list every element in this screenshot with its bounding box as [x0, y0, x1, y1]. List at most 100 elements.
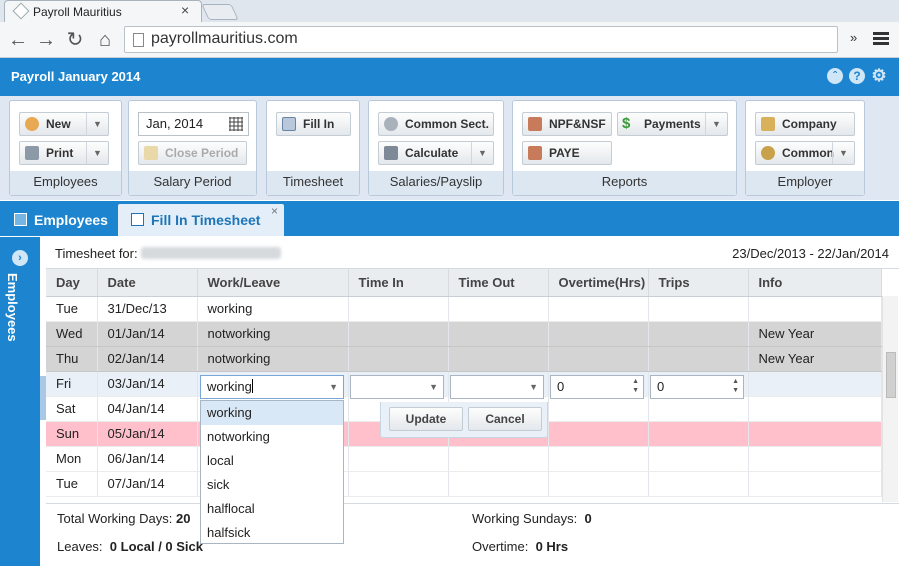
stepper-arrows-icon[interactable]: ▲ ▼	[632, 377, 639, 395]
reload-icon[interactable]: ↻	[63, 28, 87, 52]
chevron-down-icon[interactable]: ▼	[86, 113, 108, 135]
help-icon[interactable]: ?	[849, 68, 865, 84]
table-row[interactable]: Tue 07/Jan/14	[46, 471, 882, 497]
tab-close-icon[interactable]: ×	[271, 195, 278, 227]
dropdown-option[interactable]: notworking	[201, 425, 343, 449]
tab-fill-in-timesheet[interactable]: Fill In Timesheet ×	[118, 204, 284, 236]
fill-in-button[interactable]: Fill In	[276, 112, 351, 136]
column-header-work-leave[interactable]: Work/Leave	[197, 269, 349, 297]
trips-stepper[interactable]: 0 ▲ ▼	[650, 375, 744, 399]
calendar-grid-icon[interactable]	[229, 117, 243, 131]
ribbon-group-salary-period: Jan, 2014 Close Period Salary Period	[128, 100, 257, 196]
chevron-down-icon[interactable]: ▼	[86, 142, 108, 164]
print-button[interactable]: Print ▼	[19, 141, 109, 165]
table-row[interactable]: Thu 02/Jan/14 notworking New Year	[46, 346, 882, 372]
column-header-time-in[interactable]: Time In	[348, 269, 449, 297]
update-button[interactable]: Update	[389, 407, 463, 431]
cell-time-in[interactable]	[348, 346, 449, 372]
cell-time-out[interactable]	[448, 346, 549, 372]
expand-right-icon[interactable]: ›	[12, 250, 28, 266]
dropdown-option[interactable]: working	[201, 401, 343, 425]
cell-work-leave[interactable]: notworking	[197, 321, 349, 347]
cell-time-in[interactable]	[348, 446, 449, 472]
payments-button[interactable]: $ Payments ▼	[617, 112, 728, 136]
column-header-time-out[interactable]: Time Out	[448, 269, 549, 297]
work-leave-combobox[interactable]: working ▼	[200, 375, 344, 399]
new-employee-button[interactable]: New ▼	[19, 112, 109, 136]
dropdown-option[interactable]: sick	[201, 473, 343, 497]
cell-trips[interactable]	[648, 321, 749, 347]
overtime-stepper[interactable]: 0 ▲ ▼	[550, 375, 644, 399]
npf-nsf-button[interactable]: NPF&NSF	[522, 112, 612, 136]
cell-overtime[interactable]	[548, 421, 649, 447]
cell-trips[interactable]	[648, 421, 749, 447]
stepper-arrows-icon[interactable]: ▲ ▼	[732, 377, 739, 395]
cancel-button[interactable]: Cancel	[468, 407, 542, 431]
chevron-down-icon[interactable]: ▼	[529, 376, 538, 398]
cell-work-leave[interactable]: working	[197, 296, 349, 322]
time-out-select[interactable]: ▼	[450, 375, 544, 399]
scrollbar-thumb[interactable]	[886, 352, 896, 398]
time-in-select[interactable]: ▼	[350, 375, 444, 399]
column-header-info[interactable]: Info	[748, 269, 882, 297]
ribbon-group-employer: Company Common ▼ Employer	[745, 100, 865, 196]
settings-gear-icon[interactable]: ⚙	[871, 67, 887, 84]
cell-overtime[interactable]	[548, 346, 649, 372]
cell-trips[interactable]	[648, 471, 749, 497]
close-period-button[interactable]: Close Period	[138, 141, 247, 165]
cell-time-out[interactable]	[448, 296, 549, 322]
cell-time-in[interactable]	[348, 471, 449, 497]
cell-overtime[interactable]	[548, 471, 649, 497]
chevron-down-icon[interactable]: ▼	[329, 376, 338, 398]
cell-trips[interactable]	[648, 296, 749, 322]
grid-vertical-scrollbar[interactable]	[882, 296, 898, 502]
cell-time-out[interactable]	[448, 446, 549, 472]
extensions-overflow-button[interactable]: »	[850, 30, 857, 45]
new-tab-button[interactable]	[201, 4, 239, 20]
cell-overtime[interactable]	[548, 396, 649, 422]
collapse-up-icon[interactable]: ˆ	[827, 68, 843, 84]
ribbon-toolbar: New ▼ Print ▼ Employees Jan, 2014 Close …	[0, 96, 899, 200]
cell-overtime[interactable]	[548, 446, 649, 472]
table-row[interactable]: Wed 01/Jan/14 notworking New Year	[46, 321, 882, 347]
column-header-overtime[interactable]: Overtime(Hrs)	[548, 269, 649, 297]
cell-time-out[interactable]	[448, 321, 549, 347]
calculate-button[interactable]: Calculate ▼	[378, 141, 494, 165]
table-row[interactable]: Tue 31/Dec/13 working	[46, 296, 882, 322]
dropdown-option[interactable]: halflocal	[201, 497, 343, 521]
side-panel-label[interactable]: Employees	[5, 273, 20, 342]
back-arrow-icon[interactable]: ←	[6, 28, 30, 52]
table-row[interactable]: Mon 06/Jan/14	[46, 446, 882, 472]
cell-trips[interactable]	[648, 346, 749, 372]
browser-tab[interactable]: Payroll Mauritius ×	[4, 0, 202, 22]
browser-menu-icon[interactable]	[873, 30, 889, 47]
chevron-down-icon[interactable]: ▼	[705, 113, 727, 135]
chevron-down-icon[interactable]: ▼	[471, 142, 493, 164]
cell-time-in[interactable]	[348, 296, 449, 322]
salary-period-date-field[interactable]: Jan, 2014	[138, 112, 249, 136]
tab-close-icon[interactable]: ×	[181, 2, 189, 18]
common-sect-button[interactable]: Common Sect.	[378, 112, 494, 136]
cell-trips[interactable]	[648, 396, 749, 422]
company-button[interactable]: Company	[755, 112, 855, 136]
address-bar[interactable]: payrollmauritius.com	[124, 26, 838, 53]
forward-arrow-icon[interactable]: →	[34, 28, 58, 52]
cell-overtime[interactable]	[548, 296, 649, 322]
tab-employees[interactable]: Employees	[0, 204, 116, 236]
common-button[interactable]: Common ▼	[755, 141, 855, 165]
cell-work-leave[interactable]: notworking	[197, 346, 349, 372]
paye-button[interactable]: PAYE	[522, 141, 612, 165]
cell-time-out[interactable]	[448, 471, 549, 497]
cell-overtime[interactable]	[548, 321, 649, 347]
column-header-date[interactable]: Date	[97, 269, 198, 297]
column-header-trips[interactable]: Trips	[648, 269, 749, 297]
chevron-down-icon[interactable]: ▼	[832, 142, 854, 164]
column-header-day[interactable]: Day	[46, 269, 98, 297]
dropdown-option[interactable]: local	[201, 449, 343, 473]
home-icon[interactable]: ⌂	[93, 28, 117, 52]
cell-trips[interactable]	[648, 446, 749, 472]
overtime-stepper-value: 0	[557, 379, 565, 394]
chevron-down-icon[interactable]: ▼	[429, 376, 438, 398]
dropdown-option[interactable]: halfsick	[201, 521, 343, 545]
cell-time-in[interactable]	[348, 321, 449, 347]
